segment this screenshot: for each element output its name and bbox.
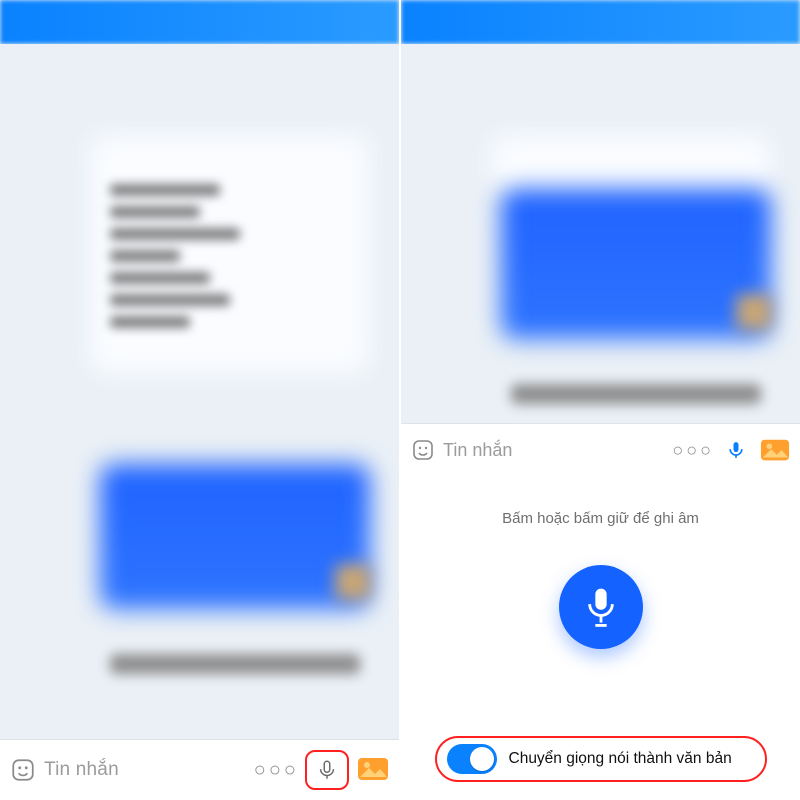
record-button[interactable] — [559, 565, 643, 649]
mic-button-highlight[interactable] — [305, 750, 349, 790]
voice-hint: Bấm hoặc bấm giữ để ghi âm — [502, 510, 699, 527]
more-icon[interactable]: ○○○ — [668, 440, 718, 461]
message-input[interactable]: Tin nhắn — [443, 440, 668, 461]
more-icon[interactable]: ○○○ — [248, 759, 305, 782]
chat-area — [0, 44, 399, 800]
chat-area — [401, 44, 800, 424]
smiley-icon[interactable] — [10, 757, 36, 783]
gallery-icon[interactable] — [357, 757, 389, 783]
composer-bar: Tin nhắn ○○○ — [401, 424, 800, 476]
title-bar — [401, 0, 800, 44]
left-pane: Tin nhắn ○○○ — [0, 0, 399, 800]
voice-panel: Bấm hoặc bấm giữ để ghi âm Chuyển giọng … — [401, 476, 800, 800]
right-pane: Tin nhắn ○○○ Bấm hoặc bấm giữ để ghi âm — [401, 0, 800, 800]
message-input[interactable]: Tin nhắn — [44, 759, 248, 781]
speech-to-text-label: Chuyển giọng nói thành văn bản — [509, 750, 732, 768]
smiley-icon[interactable] — [411, 438, 435, 462]
gallery-icon[interactable] — [760, 438, 790, 462]
speech-to-text-switch[interactable] — [447, 744, 497, 774]
speech-to-text-toggle-highlight: Chuyển giọng nói thành văn bản — [435, 736, 767, 782]
title-bar — [0, 0, 399, 44]
mic-icon[interactable] — [726, 436, 746, 464]
composer-bar: Tin nhắn ○○○ — [0, 740, 399, 800]
